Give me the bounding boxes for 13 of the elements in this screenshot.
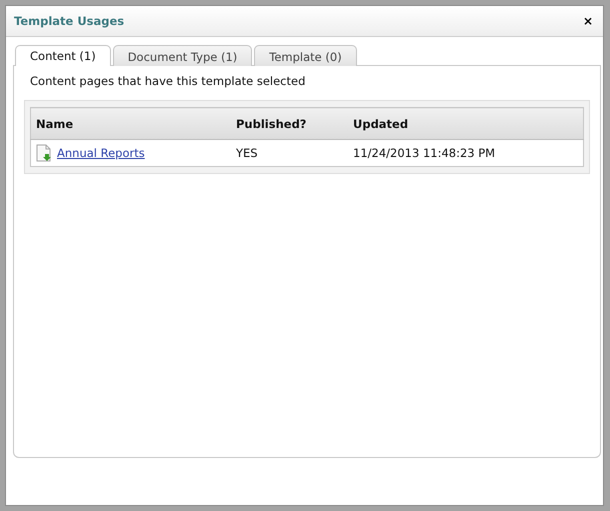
column-header: Name	[30, 108, 231, 140]
table-cell: YES	[231, 140, 348, 166]
document-icon	[36, 144, 52, 162]
window-title: Template Usages	[14, 14, 124, 28]
tab[interactable]: Template (0)	[254, 45, 357, 66]
close-button[interactable]: ×	[580, 14, 595, 28]
content-link[interactable]: Annual Reports	[57, 146, 145, 160]
description-text: Content pages that have this template selected	[30, 74, 306, 88]
tab[interactable]: Document Type (1)	[112, 45, 252, 66]
tab[interactable]: Content (1)	[15, 45, 111, 66]
column-header: Published?	[231, 108, 348, 140]
table-cell: 11/24/2013 11:48:23 PM	[348, 140, 584, 166]
column-header: Updated	[348, 108, 584, 140]
